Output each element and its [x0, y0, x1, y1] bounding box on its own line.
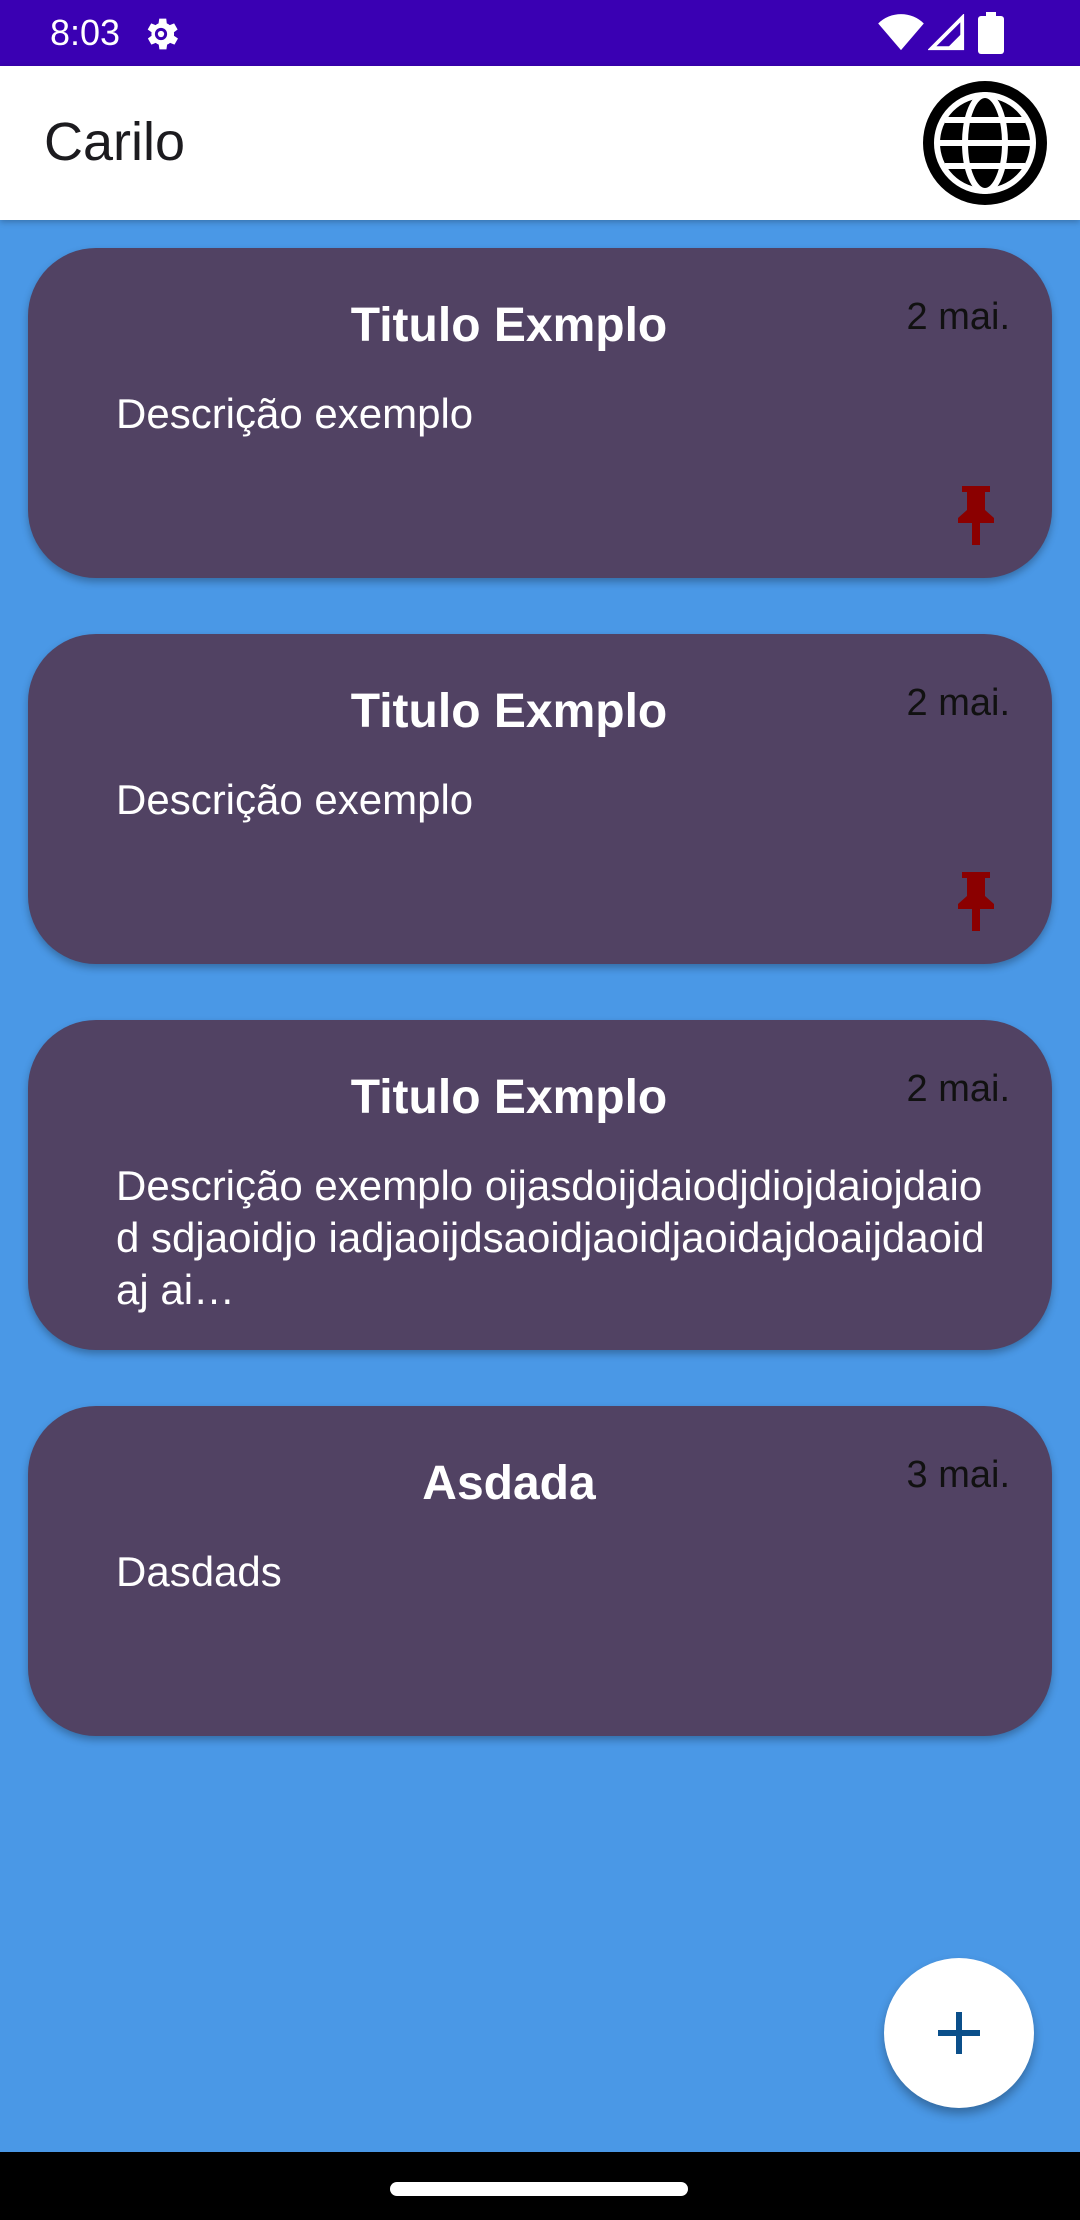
- note-description: Descrição exemplo oijasdoijdaiodjdiojdai…: [116, 1162, 985, 1313]
- note-description: Dasdads: [116, 1548, 282, 1595]
- note-date: 3 mai.: [906, 1454, 1010, 1496]
- note-date: 2 mai.: [906, 296, 1010, 338]
- note-card[interactable]: Asdada 3 mai. Dasdads: [28, 1406, 1052, 1736]
- note-card[interactable]: Titulo Exmplo 2 mai. Descrição exemplo o…: [28, 1020, 1052, 1350]
- globe-icon: [923, 81, 1047, 205]
- navigation-bar: [0, 2152, 1080, 2220]
- note-title: Titulo Exmplo: [350, 1071, 668, 1124]
- wifi-icon: [878, 14, 924, 52]
- note-list: Titulo Exmplo 2 mai. Descrição exemplo T…: [0, 220, 1080, 2152]
- app-title: Carilo: [44, 112, 186, 172]
- note-date: 2 mai.: [906, 1068, 1010, 1110]
- status-bar: 8:03: [0, 0, 1080, 66]
- status-time: 8:03: [50, 12, 121, 53]
- note-title: Titulo Exmplo: [350, 299, 668, 352]
- battery-icon: [978, 12, 1004, 54]
- note-card[interactable]: Titulo Exmplo 2 mai. Descrição exemplo: [28, 248, 1052, 578]
- note-title: Titulo Exmplo: [350, 685, 668, 738]
- settings-gear-icon: [140, 13, 182, 55]
- note-description: Descrição exemplo: [116, 776, 474, 823]
- app-bar: Carilo: [0, 66, 1080, 220]
- home-gesture-handle[interactable]: [390, 2182, 688, 2196]
- plus-icon: [938, 2012, 980, 2054]
- pin-icon[interactable]: [952, 486, 1000, 546]
- pin-icon[interactable]: [952, 872, 1000, 932]
- language-globe-button[interactable]: [920, 78, 1050, 208]
- cell-signal-icon: [927, 13, 966, 52]
- note-date: 2 mai.: [906, 682, 1010, 724]
- add-note-button[interactable]: [884, 1958, 1034, 2108]
- note-card[interactable]: Titulo Exmplo 2 mai. Descrição exemplo: [28, 634, 1052, 964]
- note-description: Descrição exemplo: [116, 390, 474, 437]
- note-title: Asdada: [422, 1457, 596, 1510]
